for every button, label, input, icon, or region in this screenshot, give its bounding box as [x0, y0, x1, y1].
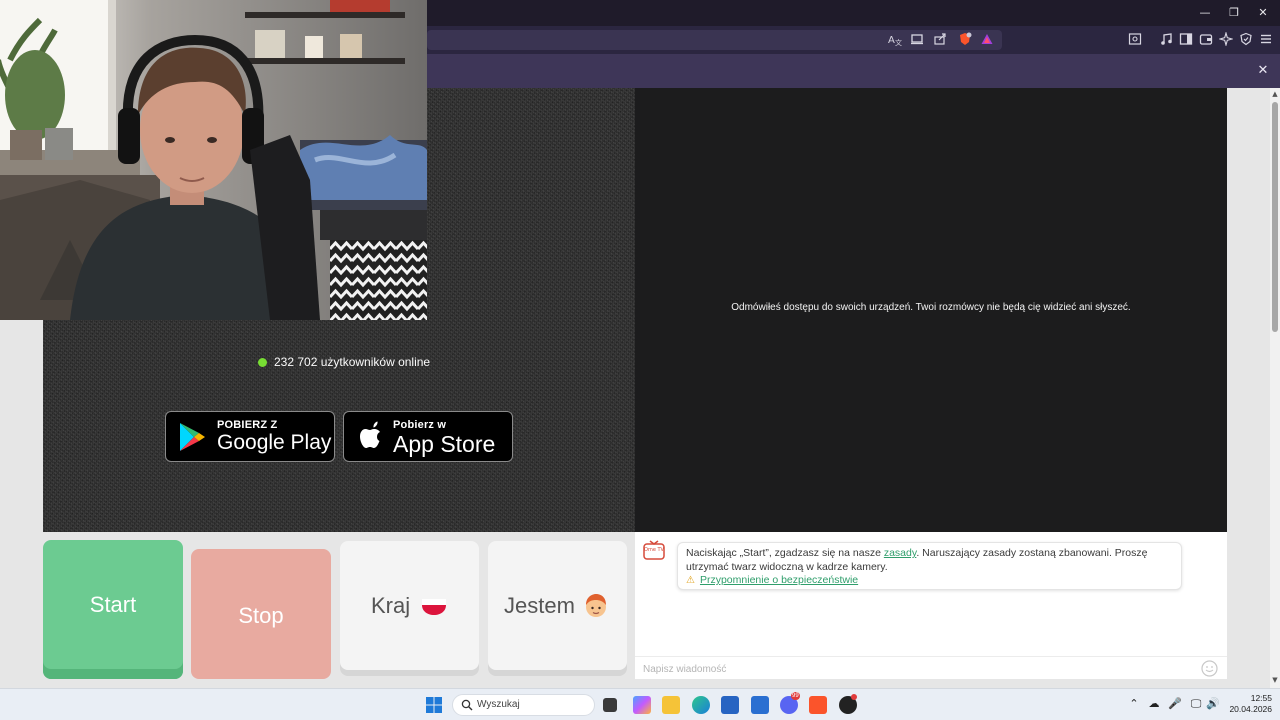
discord-badge: 99	[791, 692, 800, 700]
search-icon	[461, 699, 473, 711]
rules-text-part1: Naciskając „Start”, zgadzasz się na nasz…	[686, 547, 884, 559]
onedrive-icon[interactable]: ☁	[1147, 697, 1161, 711]
warning-icon: ⚠	[686, 574, 695, 586]
svg-text:Ome TV: Ome TV	[644, 547, 665, 553]
scroll-thumb[interactable]	[1272, 102, 1278, 332]
rules-link[interactable]: zasady	[884, 547, 917, 559]
safety-reminder: ⚠ Przypomnienie o bezpieczeństwie	[686, 574, 858, 586]
rules-message: Naciskając „Start”, zgadzasz się na nasz…	[677, 542, 1182, 590]
address-bar[interactable]: A文	[427, 30, 1002, 50]
scroll-up-arrow-icon[interactable]: ▲	[1271, 90, 1279, 98]
leo-ai-icon[interactable]	[1217, 30, 1235, 48]
chat-input-row	[635, 656, 1227, 679]
stop-button-label: Stop	[238, 603, 284, 628]
close-bar-button[interactable]: ✕	[1256, 63, 1270, 79]
taskbar-search[interactable]: Wyszukaj	[452, 694, 595, 716]
microphone-icon[interactable]: 🎤	[1168, 697, 1182, 711]
safety-reminder-link[interactable]: Przypomnienie o bezpieczeństwie	[700, 574, 858, 586]
tab-search-icon[interactable]	[1127, 32, 1143, 48]
outlook-icon[interactable]	[751, 696, 769, 714]
google-play-icon	[180, 423, 205, 451]
windows-taskbar: Wyszukaj 99 ⌃ ☁ 🎤 🖵 🔊 12:55 20.04.2026	[0, 688, 1280, 720]
app-store-big-label: App Store	[393, 431, 496, 457]
ometv-logo-icon: Ome TV	[643, 540, 665, 560]
boy-emoji-icon	[586, 594, 606, 617]
apple-icon	[360, 421, 380, 448]
country-label: Kraj	[371, 593, 411, 618]
maximize-button[interactable]: ❐	[1227, 6, 1241, 20]
task-view-icon[interactable]	[603, 698, 617, 712]
translate-icon[interactable]: A文	[887, 32, 903, 48]
start-button-label: Start	[89, 592, 137, 617]
copilot-icon[interactable]	[633, 696, 651, 714]
network-icon[interactable]: 🖵	[1189, 697, 1203, 711]
share-icon[interactable]	[932, 32, 948, 48]
search-label: Wyszukaj	[477, 699, 520, 710]
clock-time: 12:55	[1250, 693, 1272, 703]
volume-icon[interactable]: 🔊	[1206, 697, 1220, 711]
obs-status-dot	[851, 694, 857, 700]
sidebar-icon[interactable]	[1178, 32, 1194, 48]
start-button[interactable]: Start	[43, 540, 183, 679]
svg-text:文: 文	[895, 38, 902, 46]
brave-taskbar-icon[interactable]	[809, 696, 827, 714]
google-play-small-label: POBIERZ Z	[217, 419, 278, 431]
menu-icon[interactable]	[1258, 32, 1274, 48]
page-scrollbar[interactable]: ▲ ▼	[1270, 88, 1280, 688]
chat-panel: Ome TV Naciskając „Start”, zgadzasz się …	[635, 532, 1227, 679]
file-explorer-icon[interactable]	[662, 696, 680, 714]
stop-button[interactable]: Stop	[191, 549, 331, 679]
tray-overflow-chevron-icon[interactable]: ⌃	[1127, 697, 1141, 711]
google-play-button[interactable]: POBIERZ Z Google Play	[165, 411, 335, 462]
screen: — ❐ ✕ A文 ✕ ▲ ▼ Odmówiłeś dostępu do swoi…	[0, 0, 1280, 720]
svg-text:A: A	[888, 35, 895, 46]
online-users-text: 232 702 użytkowników online	[274, 355, 431, 369]
google-play-big-label: Google Play	[217, 431, 332, 454]
rules-text: Naciskając „Start”, zgadzasz się na nasz…	[686, 546, 1176, 574]
edge-icon[interactable]	[692, 696, 710, 714]
media-icon[interactable]	[1158, 32, 1174, 48]
online-status-dot	[258, 357, 267, 367]
emoji-picker-icon[interactable]	[1201, 660, 1218, 677]
app-store-small-label: Pobierz w	[393, 419, 447, 431]
remote-video-panel: Odmówiłeś dostępu do swoich urządzeń. Tw…	[635, 88, 1227, 532]
gender-label: Jestem	[504, 593, 575, 618]
device-access-message: Odmówiłeś dostępu do swoich urządzeń. Tw…	[731, 302, 1131, 313]
country-select-button[interactable]: Kraj	[340, 541, 479, 670]
scroll-down-arrow-icon[interactable]: ▼	[1271, 676, 1279, 684]
poland-flag-icon	[422, 599, 446, 615]
gender-select-button[interactable]: Jestem	[488, 541, 627, 670]
online-users-counter: 232 702 użytkowników online	[258, 354, 430, 370]
webcam-preview	[0, 0, 427, 320]
store-icon[interactable]	[721, 696, 739, 714]
close-window-button[interactable]: ✕	[1256, 6, 1270, 20]
app-store-button[interactable]: Pobierz w App Store	[343, 411, 513, 462]
taskbar-clock[interactable]: 12:55 20.04.2026	[1222, 693, 1272, 715]
clock-date: 20.04.2026	[1229, 704, 1272, 714]
minimize-button[interactable]: —	[1198, 6, 1212, 20]
cast-icon[interactable]	[909, 32, 925, 48]
chat-message-input[interactable]	[643, 661, 1183, 677]
brave-shields-icon[interactable]	[957, 32, 973, 48]
brave-rewards-icon[interactable]	[979, 32, 995, 48]
wallet-icon[interactable]	[1198, 32, 1214, 48]
vpn-icon[interactable]	[1238, 32, 1254, 48]
windows-start-icon[interactable]	[426, 697, 442, 713]
